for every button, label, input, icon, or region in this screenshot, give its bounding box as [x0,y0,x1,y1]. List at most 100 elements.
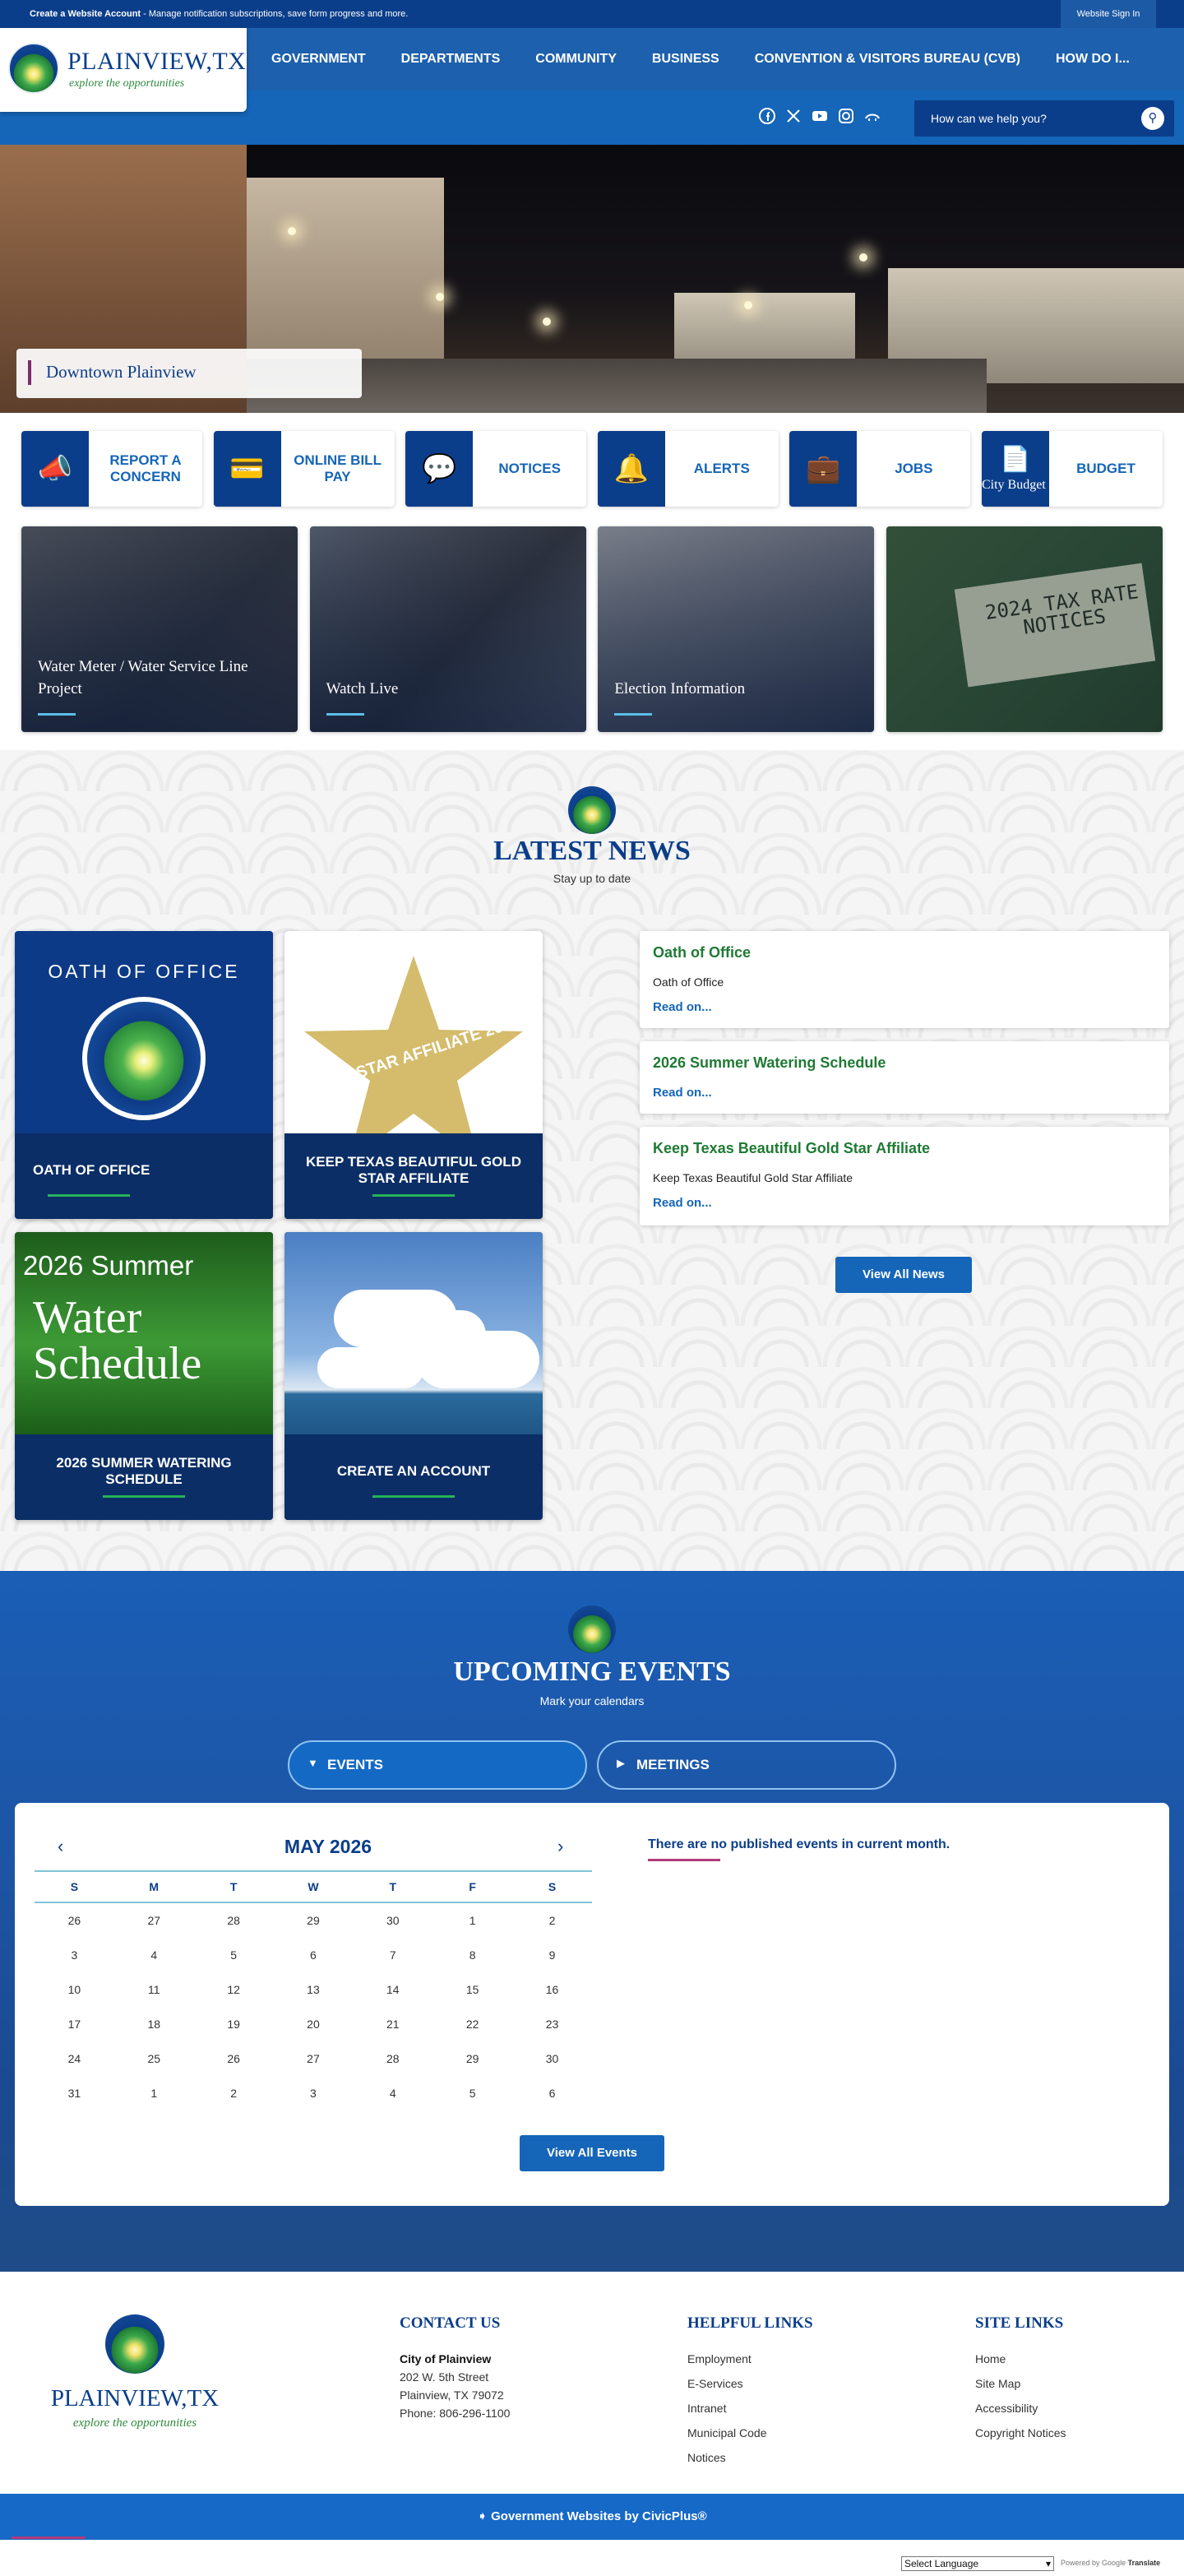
footer-link-intranet[interactable]: Intranet [687,2402,726,2415]
quick-link-report-concern[interactable]: 📣 REPORT A CONCERN [21,431,202,507]
footer-link-site-map[interactable]: Site Map [975,2377,1020,2390]
calendar-day[interactable]: 5 [194,1938,274,1972]
calendar-day[interactable]: 17 [35,2007,114,2041]
footer-link-home[interactable]: Home [975,2352,1006,2365]
nav-departments[interactable]: DEPARTMENTS [401,52,501,67]
nav-government[interactable]: GOVERNMENT [271,52,366,67]
chevron-right-icon[interactable]: › [557,1836,563,1857]
news-item-title[interactable]: Oath of Office [653,944,751,961]
calendar-day[interactable]: 11 [114,1972,194,2007]
calendar-day[interactable]: 14 [353,1972,432,2007]
nextdoor-icon[interactable] [863,107,881,125]
footer-link-copyright[interactable]: Copyright Notices [975,2426,1066,2439]
calendar-day[interactable]: 21 [353,2007,432,2041]
news-item-read-on[interactable]: Read on... [653,1196,712,1210]
calendar-day[interactable]: 30 [512,2041,592,2076]
calendar-day[interactable]: 6 [274,1938,354,1972]
tab-meetings[interactable]: ▶ MEETINGS [597,1740,896,1790]
news-card-create-account[interactable]: CREATE AN ACCOUNT [284,1232,543,1520]
site-logo[interactable]: PLAINVIEW,TX explore the opportunities [0,28,247,112]
news-item-title[interactable]: 2026 Summer Watering Schedule [653,1054,886,1072]
calendar-day[interactable]: 10 [35,1972,114,2007]
facebook-icon[interactable] [758,107,776,125]
calendar-day[interactable]: 1 [114,2076,194,2110]
news-item[interactable]: Keep Texas Beautiful Gold Star Affiliate… [640,1127,1169,1225]
site-search[interactable]: How can we help you? ⚲ [914,100,1174,137]
calendar-day[interactable]: 2 [194,2076,274,2110]
news-item[interactable]: Oath of Office Oath of Office Read on... [640,931,1169,1028]
search-input[interactable]: How can we help you? [931,112,1047,125]
calendar-day[interactable]: 4 [353,2076,432,2110]
calendar-day[interactable]: 19 [194,2007,274,2041]
news-item-read-on[interactable]: Read on... [653,1086,712,1100]
nav-cvb[interactable]: CONVENTION & VISITORS BUREAU (CVB) [755,52,1020,67]
calendar-day[interactable]: 31 [35,2076,114,2110]
calendar-day[interactable]: 8 [432,1938,512,1972]
tile-tax-rate-notices[interactable]: 2024 TAX RATE NOTICES [886,526,1163,732]
calendar-day[interactable]: 26 [35,1903,114,1938]
x-icon[interactable] [784,107,802,125]
calendar-day[interactable]: 22 [432,2007,512,2041]
news-card-oath-of-office[interactable]: OATH OF OFFICE OATH OF OFFICE [15,931,273,1219]
news-item-read-on[interactable]: Read on... [653,1000,712,1014]
search-icon[interactable]: ⚲ [1141,107,1164,130]
footer-link-municipal-code[interactable]: Municipal Code [687,2426,767,2439]
news-card-summer-watering[interactable]: 2026 Summer Water Schedule 2026 SUMMER W… [15,1232,273,1520]
calendar-day[interactable]: 27 [114,1903,194,1938]
calendar-day[interactable]: 27 [274,2041,354,2076]
calendar-day[interactable]: 25 [114,2041,194,2076]
calendar-day[interactable]: 18 [114,2007,194,2041]
footer-link-employment[interactable]: Employment [687,2352,752,2365]
calendar-day[interactable]: 1 [432,1903,512,1938]
quick-link-alerts[interactable]: 🔔 ALERTS [597,431,779,507]
calendar-day[interactable]: 30 [353,1903,432,1938]
view-all-news-button[interactable]: View All News [835,1257,972,1293]
calendar-day[interactable]: 16 [512,1972,592,2007]
calendar-day[interactable]: 15 [432,1972,512,2007]
quick-link-notices[interactable]: 💬 NOTICES [405,431,587,507]
calendar-day[interactable]: 29 [274,1903,354,1938]
calendar-day[interactable]: 3 [35,1938,114,1972]
view-all-events-button[interactable]: View All Events [520,2135,664,2171]
quick-link-budget[interactable]: 📄 City Budget BUDGET [981,431,1163,507]
footer-link-eservices[interactable]: E-Services [687,2377,743,2390]
language-select[interactable]: Select Language ▾ [901,2556,1054,2571]
youtube-icon[interactable] [811,107,829,125]
news-item[interactable]: 2026 Summer Watering Schedule Read on... [640,1041,1169,1114]
news-card-gold-star[interactable]: GOLD STAR AFFILIATE 2026 KEEP TEXAS BEAU… [284,931,543,1219]
calendar-day[interactable]: 4 [114,1938,194,1972]
translate-text[interactable]: Translate [1128,2559,1161,2567]
calendar-day[interactable]: 5 [432,2076,512,2110]
calendar-day[interactable]: 6 [512,2076,592,2110]
tile-watch-live[interactable]: Watch Live [309,526,586,732]
instagram-icon[interactable] [837,107,855,125]
footer-link-notices[interactable]: Notices [687,2451,726,2464]
civicplus-credit[interactable]: ➧ Government Websites by CivicPlus® [0,2509,1184,2523]
nav-community[interactable]: COMMUNITY [535,52,617,67]
news-item-title[interactable]: Keep Texas Beautiful Gold Star Affiliate [653,1140,930,1157]
nav-business[interactable]: BUSINESS [652,52,719,67]
footer-link-accessibility[interactable]: Accessibility [975,2402,1038,2415]
tile-election-information[interactable]: Election Information [598,526,875,732]
nav-how-do-i[interactable]: HOW DO I... [1056,52,1130,67]
calendar-day[interactable]: 2 [512,1903,592,1938]
sign-in-button[interactable]: Website Sign In [1061,0,1156,28]
calendar-week: 26 27 28 29 30 1 2 [35,1903,592,1938]
calendar-day[interactable]: 28 [194,1903,274,1938]
calendar-day[interactable]: 24 [35,2041,114,2076]
calendar-day[interactable]: 3 [274,2076,354,2110]
calendar-day[interactable]: 29 [432,2041,512,2076]
calendar-day[interactable]: 28 [353,2041,432,2076]
tile-water-meter[interactable]: Water Meter / Water Service Line Project [21,526,298,732]
quick-link-online-bill-pay[interactable]: 💳 ONLINE BILL PAY [213,431,395,507]
calendar-day[interactable]: 13 [274,1972,354,2007]
tab-events[interactable]: ▼ EVENTS [288,1740,587,1790]
create-account-link[interactable]: Create a Website Account [30,9,141,19]
calendar-day[interactable]: 12 [194,1972,274,2007]
calendar-day[interactable]: 20 [274,2007,354,2041]
quick-link-jobs[interactable]: 💼 JOBS [789,431,971,507]
calendar-day[interactable]: 9 [512,1938,592,1972]
calendar-day[interactable]: 7 [353,1938,432,1972]
calendar-day[interactable]: 26 [194,2041,274,2076]
calendar-day[interactable]: 23 [512,2007,592,2041]
